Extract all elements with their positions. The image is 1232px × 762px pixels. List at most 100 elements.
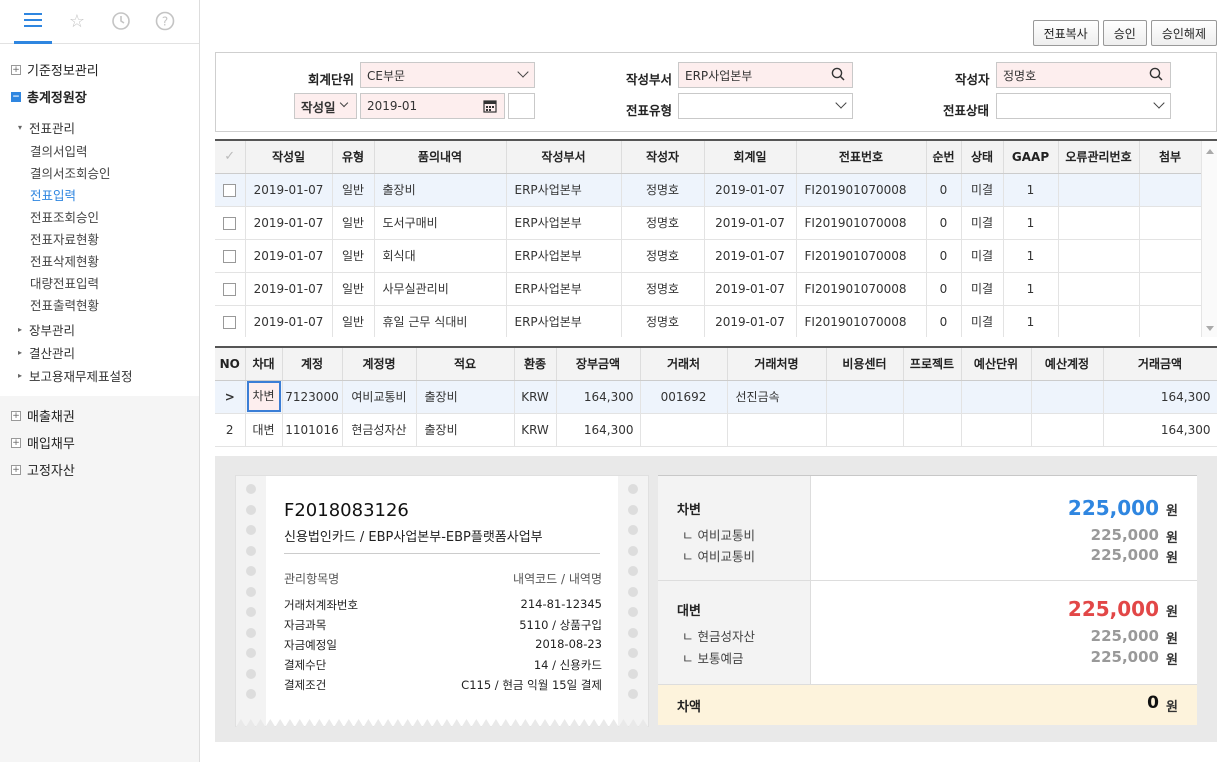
column-header[interactable]: 순번 [926,141,962,174]
table-cell[interactable]: 현금성자산 [342,413,417,447]
table-cell[interactable]: 휴일 근무 식대비 [374,305,507,337]
table-cell[interactable]: 2019-01-07 [245,305,333,337]
column-header[interactable]: 프로젝트 [903,348,962,381]
scroll-down-icon[interactable] [1206,326,1214,331]
history-icon[interactable] [110,11,132,33]
row-checkbox[interactable] [215,272,246,306]
accounting-unit-select[interactable]: CE부문 [360,62,535,88]
table-cell[interactable] [903,380,962,414]
vertical-scrollbar[interactable] [1201,141,1217,337]
table-cell[interactable]: FI201901070008 [796,239,927,273]
date-extra-field[interactable] [508,93,535,119]
table-cell[interactable] [640,413,728,447]
table-cell[interactable]: 164,300 [1103,380,1217,414]
checkbox[interactable] [223,216,237,230]
table-cell[interactable]: 여비교통비 [342,380,417,414]
voucher-type-select[interactable] [678,93,853,119]
help-icon[interactable]: ? [154,11,176,33]
table-cell[interactable]: 0 [926,206,962,240]
table-cell[interactable]: 정명호 [621,173,705,207]
table-cell[interactable]: ERP사업본부 [506,272,622,306]
menu-group-master[interactable]: + 기준정보관리 [0,56,199,83]
menu-subgroup-reports[interactable]: ▸ 보고용재무제표설정 [0,364,199,387]
table-cell[interactable]: 0 [926,173,962,207]
date-type-select[interactable]: 작성일 [294,93,357,119]
table-cell[interactable] [1058,305,1140,337]
column-header[interactable]: GAAP [1003,141,1059,174]
menu-group-ledger[interactable]: − 총계정원장 [0,83,199,110]
table-cell[interactable] [1139,206,1202,240]
menu-subgroup-books[interactable]: ▸ 장부관리 [0,318,199,341]
column-header[interactable]: 작성부서 [506,141,622,174]
table-cell[interactable]: 2019-01-07 [245,206,333,240]
row-pointer-icon[interactable]: > [215,380,246,414]
table-cell[interactable]: 일반 [332,239,375,273]
table-cell[interactable]: 2019-01-07 [245,239,333,273]
table-cell[interactable]: 2019-01-07 [704,173,797,207]
table-cell[interactable]: 0 [926,272,962,306]
table-cell[interactable] [1031,380,1104,414]
menu-item-voucher-deleted[interactable]: 전표삭제현황 [0,249,199,271]
table-cell[interactable] [1139,239,1202,273]
table-cell[interactable]: 1 [1003,239,1059,273]
table-cell[interactable] [1058,239,1140,273]
search-icon[interactable] [1149,67,1163,85]
column-header[interactable]: 예산계정 [1031,348,1104,381]
table-cell[interactable] [1139,173,1202,207]
row-checkbox[interactable] [215,305,246,337]
table-cell[interactable]: 선진금속 [727,380,827,414]
table-cell[interactable]: 2019-01-07 [704,272,797,306]
table-cell[interactable] [1058,272,1140,306]
menu-item-voucher-print[interactable]: 전표출력현황 [0,293,199,315]
table-cell[interactable]: 164,300 [1103,413,1217,447]
table-cell[interactable]: 2019-01-07 [704,206,797,240]
table-cell[interactable]: KRW [514,413,557,447]
menu-item-resolution-approve[interactable]: 결의서조회승인 [0,161,199,183]
table-cell[interactable] [1139,272,1202,306]
column-header[interactable]: 거래처 [640,348,728,381]
table-cell[interactable]: 정명호 [621,239,705,273]
column-header[interactable]: 계정명 [342,348,417,381]
column-header[interactable]: 유형 [332,141,375,174]
table-cell[interactable]: 정명호 [621,272,705,306]
table-cell[interactable]: KRW [514,380,557,414]
table-cell[interactable] [903,413,962,447]
column-header[interactable]: 작성자 [621,141,705,174]
table-cell[interactable] [1031,413,1104,447]
menu-item-resolution-entry[interactable]: 결의서입력 [0,139,199,161]
column-header[interactable]: 품의내역 [374,141,507,174]
table-cell[interactable]: 2019-01-07 [245,272,333,306]
voucher-status-select[interactable] [996,93,1171,119]
table-cell[interactable]: 164,300 [556,380,641,414]
column-header[interactable]: 첨부 [1139,141,1202,174]
table-cell[interactable] [961,413,1032,447]
table-cell[interactable]: FI201901070008 [796,206,927,240]
column-header[interactable]: 계정 [282,348,343,381]
table-row[interactable]: 2019-01-07 일반 사무실관리비 ERP사업본부 정명호 2019-01-07 FI… [215,272,1202,306]
column-header[interactable]: 상태 [961,141,1004,174]
checkbox[interactable] [223,183,237,197]
table-cell[interactable]: 001692 [640,380,728,414]
unapprove-button[interactable]: 승인해제 [1150,20,1217,46]
star-icon[interactable]: ☆ [66,11,88,33]
writer-field[interactable]: 정명호 [996,62,1171,88]
calendar-icon[interactable] [483,99,497,117]
table-cell[interactable]: ERP사업본부 [506,173,622,207]
menu-icon[interactable] [22,11,44,33]
column-header[interactable]: 거래금액 [1103,348,1217,381]
column-header[interactable]: 오류관리번호 [1058,141,1140,174]
approve-button[interactable]: 승인 [1102,20,1147,46]
column-header[interactable]: 회계일 [704,141,797,174]
dept-field[interactable]: ERP사업본부 [678,62,853,88]
checkbox[interactable] [223,282,237,296]
table-cell[interactable]: FI201901070008 [796,272,927,306]
checkbox[interactable] [223,249,237,263]
column-header[interactable]: 예산단위 [961,348,1032,381]
table-cell[interactable] [1139,305,1202,337]
copy-voucher-button[interactable]: 전표복사 [1032,20,1099,46]
table-cell[interactable]: 1101016 [282,413,343,447]
table-cell[interactable]: 미결 [961,239,1004,273]
table-cell[interactable]: 미결 [961,206,1004,240]
table-cell[interactable]: ERP사업본부 [506,239,622,273]
column-header[interactable]: 전표번호 [796,141,927,174]
